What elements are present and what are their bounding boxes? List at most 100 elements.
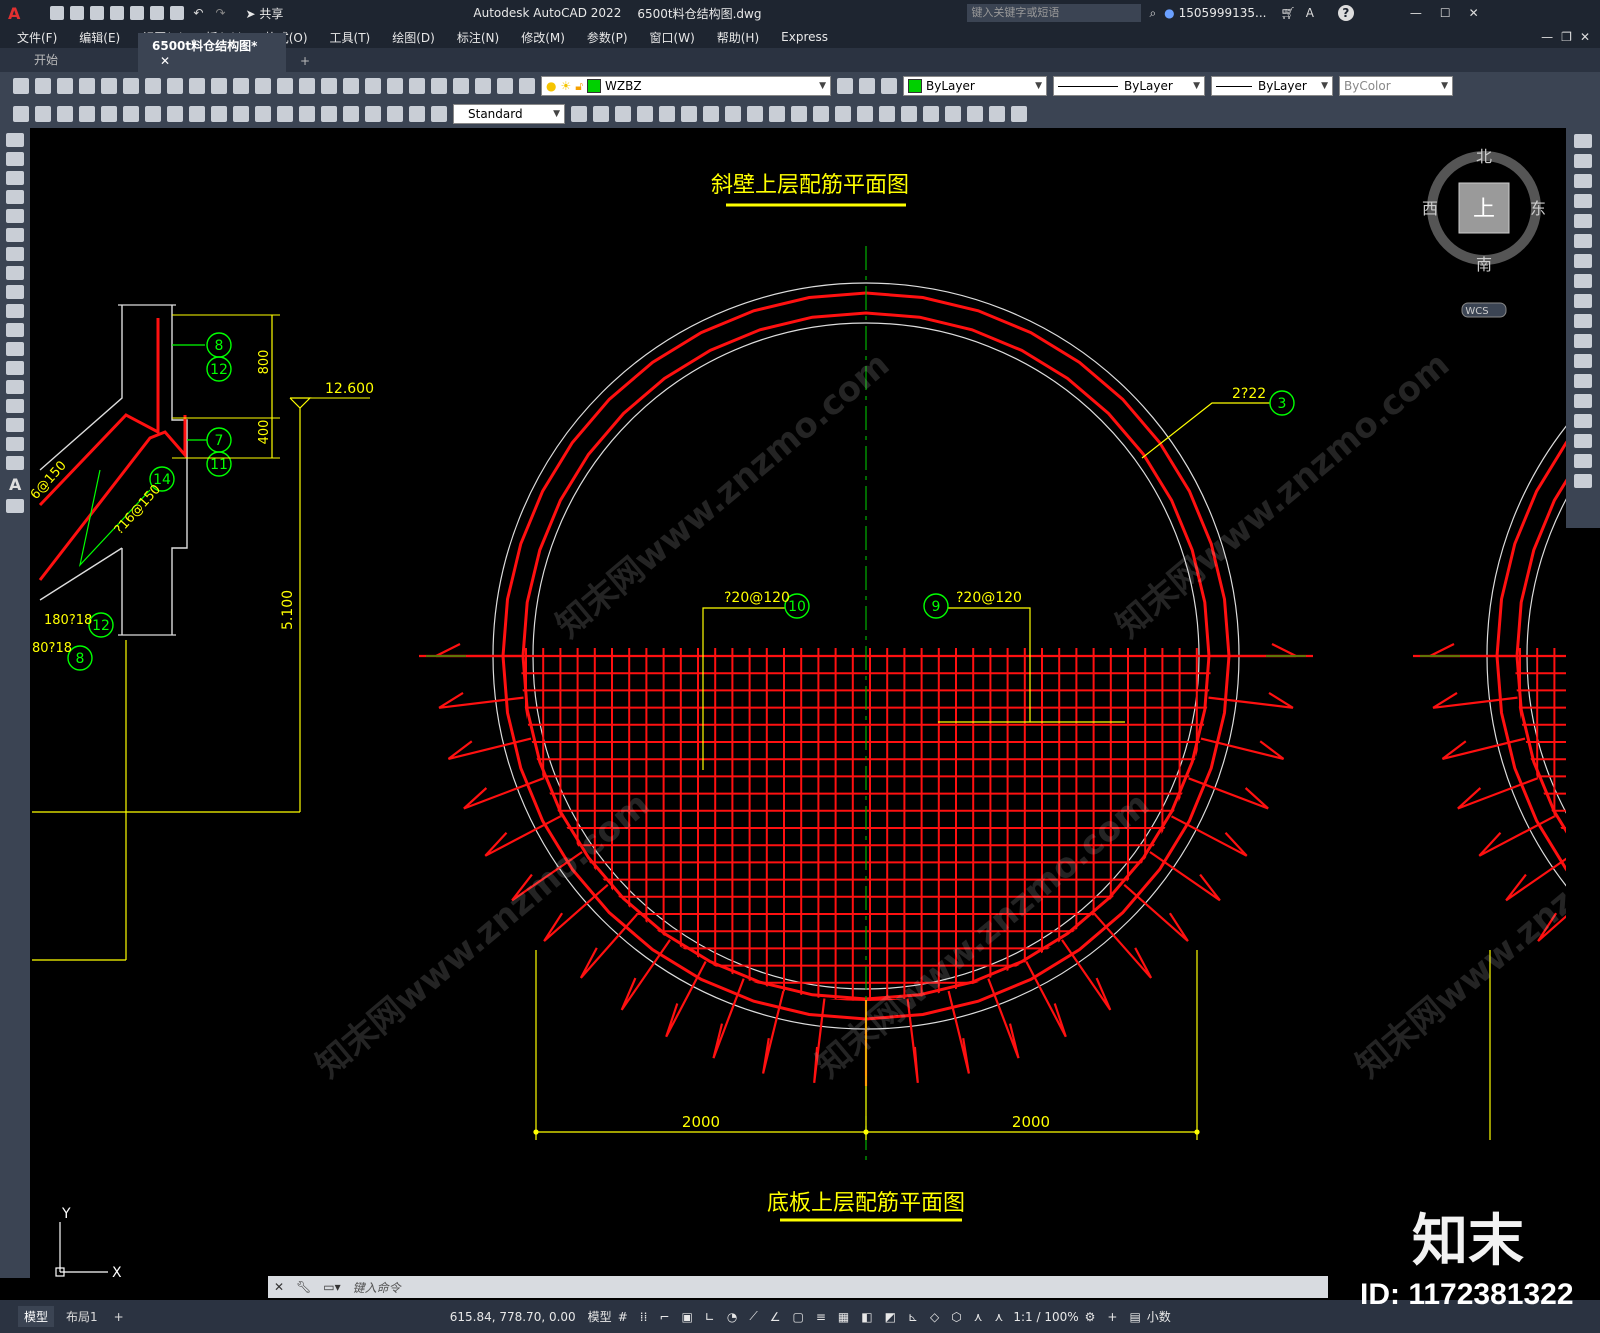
rotate-icon[interactable] (1574, 254, 1592, 268)
region-icon[interactable] (6, 437, 24, 451)
linetype-dropdown[interactable]: ByLayer ▼ (1053, 76, 1205, 96)
move-icon[interactable] (1574, 234, 1592, 248)
scale-icon[interactable] (1574, 274, 1592, 288)
polyline-icon[interactable] (6, 171, 24, 185)
mirror-icon[interactable] (1574, 174, 1592, 188)
dim-aligned-icon[interactable] (35, 106, 51, 122)
minimize-button[interactable]: — (1410, 6, 1422, 20)
view-3d-icon-12[interactable] (835, 106, 851, 122)
transparency-icon[interactable]: ▦ (838, 1310, 849, 1324)
tab-drawing[interactable]: 6500t料仓结构图* ✕ (138, 33, 286, 72)
sheet-set-icon[interactable] (431, 78, 447, 94)
zoom-previous-icon[interactable] (343, 78, 359, 94)
selection-filter-icon[interactable]: ◇ (930, 1310, 939, 1324)
ellipse-icon[interactable] (6, 304, 24, 318)
view-3d-icon-10[interactable] (791, 106, 807, 122)
share-button[interactable]: ➤ 共享 (246, 5, 284, 22)
arc-icon[interactable] (6, 228, 24, 242)
chamfer-icon[interactable] (1574, 414, 1592, 428)
calculator-icon[interactable] (475, 78, 491, 94)
3d-osnap-icon[interactable]: ◩ (885, 1310, 896, 1324)
selection-cycling-icon[interactable]: ◧ (861, 1310, 872, 1324)
tolerance-icon[interactable] (299, 106, 315, 122)
annotation-scale-value[interactable]: 1:1 / 100% (1013, 1310, 1078, 1324)
print-icon[interactable] (79, 78, 95, 94)
open-file-icon[interactable] (35, 78, 51, 94)
break-icon[interactable] (1574, 374, 1592, 388)
new-file-icon[interactable] (13, 78, 29, 94)
ucs-dynamic-icon[interactable]: ⊾ (908, 1310, 918, 1324)
dim-linear-icon[interactable] (13, 106, 29, 122)
view-3d-icon-2[interactable] (615, 106, 631, 122)
viewcube-north[interactable]: 北 (1476, 147, 1492, 166)
mtext-icon[interactable]: A (9, 475, 21, 494)
isodraft-icon[interactable]: ⟋ (749, 1309, 757, 1324)
viewcube-south[interactable]: 南 (1476, 255, 1492, 274)
drawing-canvas[interactable]: 斜壁上层配筋平面图 底板上层配筋平面图 2000 2000 ?20@120 10… (30, 128, 1566, 1278)
dim-diameter-icon[interactable] (145, 106, 161, 122)
view-3d-icon-4[interactable] (659, 106, 675, 122)
menu-help[interactable]: 帮助(H) (717, 29, 759, 46)
ellipse-arc-icon[interactable] (6, 323, 24, 337)
construction-line-icon[interactable] (6, 152, 24, 166)
revcloud-icon[interactable] (6, 266, 24, 280)
view-3d-icon-20[interactable] (1011, 106, 1027, 122)
view-3d-icon-17[interactable] (945, 106, 961, 122)
rectangle-icon[interactable] (6, 209, 24, 223)
circle-icon[interactable] (6, 247, 24, 261)
menu-window[interactable]: 窗口(W) (650, 29, 695, 46)
dimstyle-icon[interactable] (571, 106, 587, 122)
user-name[interactable]: 1505999135... (1179, 6, 1267, 20)
undo-icon[interactable]: ↶ (193, 6, 203, 20)
markup-icon[interactable] (453, 78, 469, 94)
extend-icon[interactable] (1574, 334, 1592, 348)
plot-icon[interactable] (170, 6, 185, 20)
print-preview-icon[interactable] (101, 78, 117, 94)
web-save-icon[interactable] (150, 6, 165, 20)
model-space-toggle[interactable]: 模型 (588, 1308, 612, 1325)
layer-states-icon[interactable] (881, 78, 897, 94)
new-icon[interactable] (50, 6, 65, 20)
view-3d-icon-9[interactable] (769, 106, 785, 122)
menu-edit[interactable]: 编辑(E) (79, 29, 120, 46)
stretch-icon[interactable] (1574, 294, 1592, 308)
dim-jogged-icon[interactable] (123, 106, 139, 122)
view-3d-icon-6[interactable] (703, 106, 719, 122)
doc-restore-button[interactable]: ❐ (1561, 30, 1572, 44)
copy-icon[interactable] (167, 78, 183, 94)
explode-icon[interactable] (1574, 474, 1592, 488)
view-3d-icon-16[interactable] (923, 106, 939, 122)
viewcube[interactable] (1427, 151, 1541, 318)
point-icon[interactable] (6, 380, 24, 394)
command-line[interactable]: ✕ 🔧︎ ▭▾ 键入命令 (268, 1276, 1328, 1298)
view-3d-icon-18[interactable] (967, 106, 983, 122)
autodesk-a-icon[interactable]: A (1306, 6, 1314, 20)
menu-tools[interactable]: 工具(T) (330, 29, 371, 46)
gizmo-icon[interactable]: ⬡ (951, 1310, 961, 1324)
view-3d-icon-19[interactable] (989, 106, 1005, 122)
view-3d-icon-5[interactable] (681, 106, 697, 122)
erase-icon[interactable] (1574, 134, 1592, 148)
add-selected-icon[interactable] (6, 499, 24, 513)
viewcube-east[interactable]: 东 (1530, 199, 1546, 218)
annotation-visibility-icon[interactable]: ⋏ (974, 1310, 983, 1324)
dim-break-icon[interactable] (277, 106, 293, 122)
menu-parametric[interactable]: 参数(P) (587, 29, 628, 46)
save-icon[interactable] (90, 6, 105, 20)
cart-icon[interactable]: 🛒︎ (1280, 6, 1295, 20)
redo-icon[interactable]: ↷ (215, 6, 225, 20)
help-toolbar-icon[interactable] (497, 78, 513, 94)
tab-start[interactable]: 开始 (20, 47, 138, 72)
add-layout-button[interactable]: + (114, 1310, 124, 1324)
maximize-button[interactable]: ☐ (1440, 6, 1451, 20)
array-icon[interactable] (1574, 214, 1592, 228)
view-3d-icon-7[interactable] (725, 106, 741, 122)
view-3d-icon-1[interactable] (593, 106, 609, 122)
layer-previous-icon[interactable] (859, 78, 875, 94)
dynamic-input-icon[interactable]: ▣ (681, 1310, 692, 1324)
fillet-icon[interactable] (1574, 434, 1592, 448)
dim-space-icon[interactable] (255, 106, 271, 122)
open-icon[interactable] (70, 6, 85, 20)
command-customize-icon[interactable]: 🔧︎ (296, 1280, 311, 1294)
snap-icon[interactable]: ⁞⁞ (640, 1310, 648, 1324)
